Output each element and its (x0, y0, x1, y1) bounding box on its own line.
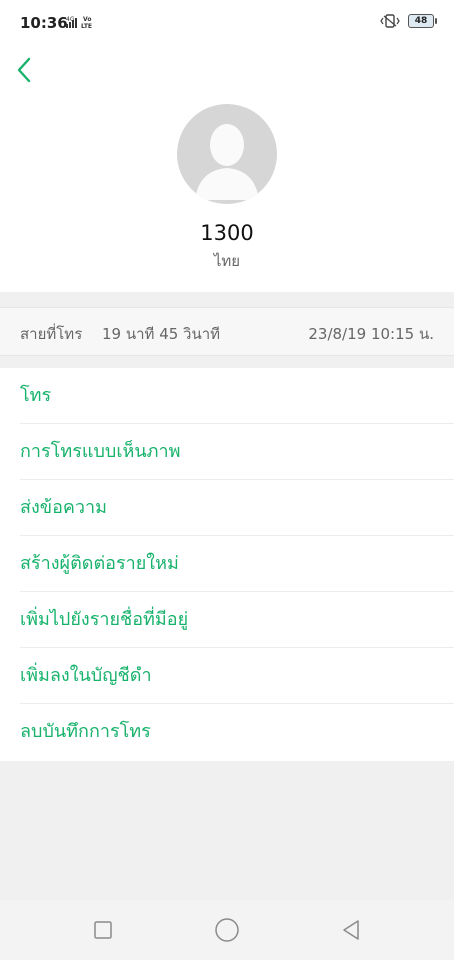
contact-subtitle: ไทย (213, 252, 241, 270)
signal-icon: 4G Vo LTE (66, 16, 92, 30)
action-send-message[interactable]: ส่งข้อความ (0, 480, 454, 536)
action-create-contact[interactable]: สร้างผู้ติดต่อรายใหม่ (0, 536, 454, 592)
contact-header: 1300 ไทย (0, 46, 454, 292)
action-delete-call-log[interactable]: ลบบันทึกการโทร (0, 704, 454, 760)
status-bar: 10:36 4G Vo LTE 48 (0, 0, 454, 46)
back-nav-button[interactable] (336, 915, 366, 945)
action-add-to-existing[interactable]: เพิ่มไปยังรายชื่อที่มีอยู่ (0, 592, 454, 648)
back-button[interactable] (10, 52, 38, 88)
action-add-to-blacklist[interactable]: เพิ่มลงในบัญชีดำ (0, 648, 454, 704)
vibrate-icon (380, 14, 400, 28)
recent-apps-button[interactable] (88, 915, 118, 945)
triangle-icon (343, 920, 359, 940)
status-time: 10:36 (20, 14, 68, 32)
call-datetime: 23/8/19 10:15 น. (308, 325, 434, 343)
svg-text:Vo: Vo (83, 16, 91, 23)
svg-text:LTE: LTE (81, 23, 92, 29)
chevron-left-icon (17, 57, 31, 83)
call-type: สายที่โทร (20, 325, 83, 343)
actions-list: โทร การโทรแบบเห็นภาพ ส่งข้อความ สร้างผู้… (0, 368, 454, 761)
person-placeholder-icon (195, 124, 259, 200)
avatar (177, 104, 277, 204)
contact-name: 1300 (200, 221, 254, 245)
action-video-call[interactable]: การโทรแบบเห็นภาพ (0, 424, 454, 480)
call-log-row: สายที่โทร 19 นาที 45 วินาที 23/8/19 10:1… (0, 307, 454, 356)
navigation-bar (0, 900, 454, 960)
status-right: 48 (380, 14, 437, 28)
square-icon (94, 921, 112, 939)
home-button[interactable] (212, 915, 242, 945)
battery-indicator: 48 (408, 14, 437, 28)
circle-icon (215, 918, 239, 942)
network-indicator: 4G Vo LTE (66, 14, 102, 33)
call-duration: 19 นาที 45 วินาที (102, 325, 221, 343)
action-call[interactable]: โทร (0, 368, 454, 424)
